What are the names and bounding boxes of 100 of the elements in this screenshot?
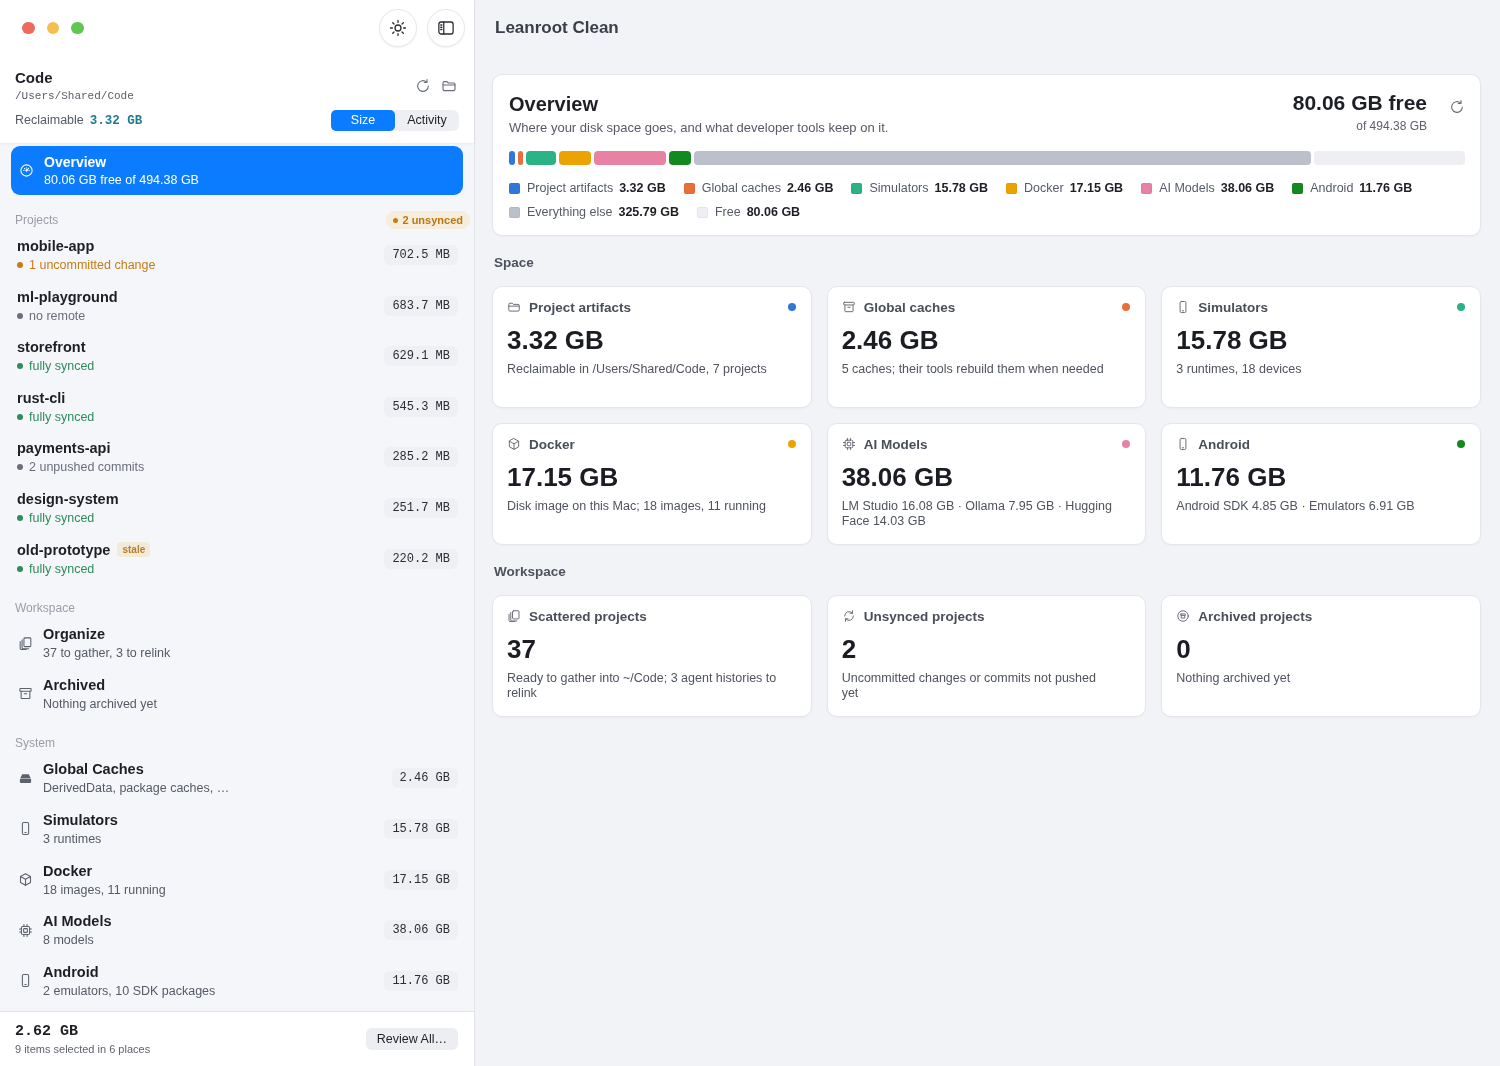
project-item[interactable]: payments-api 2 unpushed commits 285.2 MB xyxy=(0,437,474,488)
legend-label: Android xyxy=(1310,181,1354,195)
project-name: storefront xyxy=(17,338,86,357)
review-all-button[interactable]: Review All… xyxy=(365,1028,458,1050)
card-value: 3.32 GB xyxy=(507,325,605,355)
card-value: 38.06 GB xyxy=(841,462,954,492)
legend-label: Global caches xyxy=(701,181,781,195)
system-item[interactable]: Android 2 emulators, 10 SDK packages 11.76 GB xyxy=(0,960,474,1011)
section-title: Space xyxy=(494,254,535,272)
free-space-value: 80.06 GB free xyxy=(1292,91,1427,115)
item-title: Docker xyxy=(43,861,94,880)
item-subtitle: 37 to gather, 3 to relink xyxy=(43,645,172,662)
project-item[interactable]: design-system fully synced 251.7 MB xyxy=(0,487,474,539)
item-title: AI Models xyxy=(43,912,113,931)
refresh-icon xyxy=(415,78,431,94)
size-label: 220.2 MB xyxy=(384,548,458,569)
status-dot-icon xyxy=(393,217,399,223)
project-item[interactable]: rust-cli fully synced 545.3 MB xyxy=(0,386,474,438)
item-subtitle: DerivedData, package caches, … xyxy=(43,780,231,797)
sidebar-toggle-button[interactable] xyxy=(427,9,465,47)
project-item[interactable]: old-prototype stale fully synced 220.2 MB xyxy=(0,538,474,590)
system-item[interactable]: Simulators 3 runtimes 15.78 GB xyxy=(0,808,474,860)
card-detail: Ready to gather into ~/Code; 3 agent histories to relink xyxy=(507,671,778,701)
stacked-cards-icon xyxy=(18,635,33,651)
sort-tab[interactable]: Size xyxy=(331,109,395,131)
card-detail: Uncommitted changes or commits not pushed yet xyxy=(841,671,1097,701)
refresh-button[interactable] xyxy=(1449,99,1465,115)
chip-icon xyxy=(841,437,856,451)
card-value: 0 xyxy=(1176,634,1192,664)
close-button[interactable] xyxy=(22,21,35,35)
legend-value: 80.06 GB xyxy=(746,205,801,219)
card-value: 17.15 GB xyxy=(507,462,620,492)
project-name: ml-playground xyxy=(17,287,118,306)
system-item[interactable]: AI Models 8 models 38.06 GB xyxy=(0,910,474,961)
section-label: Workspace xyxy=(15,600,75,618)
card-title: Global caches xyxy=(863,299,956,315)
legend-value: 15.78 GB xyxy=(934,181,989,195)
refresh-button[interactable] xyxy=(415,78,431,94)
workspace-item[interactable]: Archived Nothing archived yet xyxy=(0,673,474,725)
project-name: design-system xyxy=(17,489,119,508)
project-item[interactable]: ml-playground no remote 683.7 MB xyxy=(0,285,474,337)
card-value: 11.76 GB xyxy=(1176,462,1288,492)
sort-tab[interactable]: Activity xyxy=(395,109,459,131)
legend-value: 2.46 GB xyxy=(786,181,834,195)
project-name: rust-cli xyxy=(17,388,66,407)
system-item[interactable]: Docker 18 images, 11 running 17.15 GB xyxy=(0,859,474,911)
archive-box-icon xyxy=(18,686,33,702)
card-detail: 3 runtimes, 18 devices xyxy=(1176,362,1303,377)
card-detail: Disk image on this Mac; 18 images, 11 running xyxy=(507,499,767,514)
cube-icon xyxy=(507,437,521,451)
card-title: Project artifacts xyxy=(529,299,632,315)
stacked-cards-icon xyxy=(507,609,521,623)
item-subtitle: 18 images, 11 running xyxy=(43,881,167,898)
folder-path: /Users/Shared/Code xyxy=(15,89,134,103)
project-name: payments-api xyxy=(17,439,111,458)
legend-label: Project artifacts xyxy=(527,181,614,195)
overview-subtitle: Where your disk space goes, and what developer tools keep on it. xyxy=(509,119,889,137)
card-detail: Android SDK 4.85 GB · Emulators 6.91 GB xyxy=(1176,499,1416,514)
size-label: 2.46 GB xyxy=(391,768,458,789)
item-subtitle: 80.06 GB free of 494.38 GB xyxy=(44,171,199,188)
project-item[interactable]: mobile-app 1 uncommitted change 702.5 MB xyxy=(0,235,474,286)
item-title: Global Caches xyxy=(43,760,145,779)
card-detail: LM Studio 16.08 GB · Ollama 7.95 GB · Hugging Face 14.03 GB xyxy=(841,499,1113,529)
section-label: Projects xyxy=(15,212,59,229)
sync-status: no remote xyxy=(29,307,86,324)
reclaimable-label: Reclaimable xyxy=(15,112,84,127)
item-title: Organize xyxy=(43,625,107,644)
item-subtitle: Nothing archived yet xyxy=(43,695,158,712)
sync-status: fully synced xyxy=(29,560,95,577)
theme-button[interactable] xyxy=(379,9,417,47)
project-name: mobile-app xyxy=(17,237,95,255)
cube-icon xyxy=(18,872,33,888)
sync-status: 1 uncommitted change xyxy=(29,257,156,273)
sidebar-icon xyxy=(437,19,455,37)
badge-text: 2 unsynced xyxy=(402,214,463,226)
system-item[interactable]: Global Caches DerivedData, package caches, … 2.46 GB xyxy=(0,758,474,809)
size-label: 251.7 MB xyxy=(384,497,458,518)
legend-value: 38.06 GB xyxy=(1220,181,1275,195)
overview-title: Overview xyxy=(509,92,599,116)
size-label: 702.5 MB xyxy=(384,245,458,265)
total-capacity: of 494.38 GB xyxy=(1355,118,1427,134)
item-title: Simulators xyxy=(43,810,119,829)
selection-caption: 9 items selected in 6 places xyxy=(15,1041,151,1056)
card-title: Simulators xyxy=(1198,299,1269,315)
sync-status: 2 unpushed commits xyxy=(29,459,145,476)
card-detail: 5 caches; their tools rebuild them when needed xyxy=(841,362,1105,377)
app-title: Leanroot Clean xyxy=(495,18,619,38)
item-subtitle: 8 models xyxy=(43,932,95,949)
size-label: 38.06 GB xyxy=(384,920,458,941)
card-detail: Nothing archived yet xyxy=(1176,671,1292,686)
item-subtitle: 2 emulators, 10 SDK packages xyxy=(43,982,217,999)
overview-item[interactable]: Overview 80.06 GB free of 494.38 GB xyxy=(11,146,463,195)
size-label: 629.1 MB xyxy=(384,346,458,367)
legend-label: Free xyxy=(714,205,741,219)
project-item[interactable]: storefront fully synced 629.1 MB xyxy=(0,336,474,387)
item-title: Overview xyxy=(44,153,108,171)
open-folder-button[interactable] xyxy=(441,78,457,94)
workspace-item[interactable]: Organize 37 to gather, 3 to relink xyxy=(0,623,474,674)
card-title: Archived projects xyxy=(1198,608,1313,624)
card-value: 15.78 GB xyxy=(1176,325,1289,355)
